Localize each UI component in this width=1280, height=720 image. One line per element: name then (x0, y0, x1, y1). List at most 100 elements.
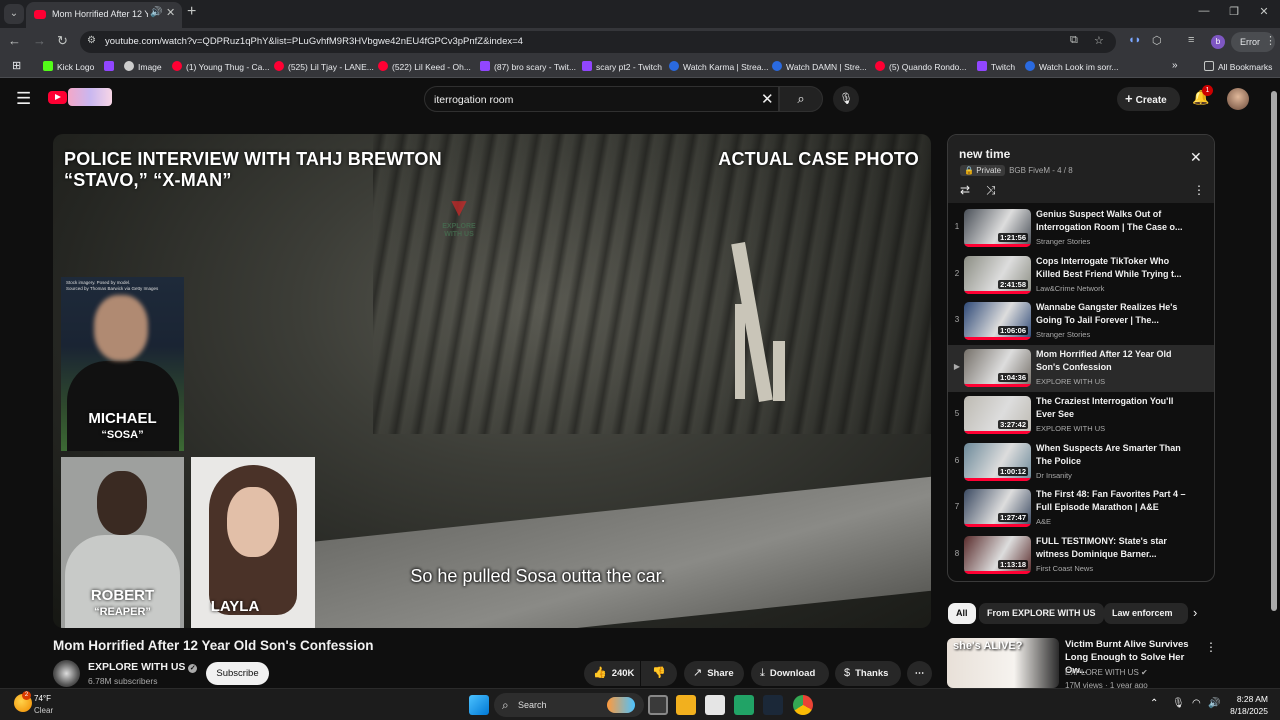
playlist-item-thumbnail[interactable]: 1:00:12 (964, 442, 1031, 481)
bookmark-item[interactable]: (522) Lil Keed - Oh... (378, 61, 471, 72)
bookmark-item[interactable]: (5) Quando Rondo... (875, 61, 967, 72)
playlist-item-title[interactable]: Genius Suspect Walks Out of Interrogatio… (1036, 208, 1188, 234)
browser-menu-icon[interactable]: ⋮ (1265, 34, 1276, 47)
temperature[interactable]: 74°F (34, 694, 51, 703)
search-highlight-icon[interactable] (607, 697, 635, 713)
recommended-channel[interactable]: EXPLORE WITH US ✔ (1065, 668, 1148, 677)
playlist-item-thumbnail[interactable]: 1:13:18 (964, 535, 1031, 574)
recommended-video[interactable]: she's ALIVE? Victim Burnt Alive Survives… (947, 636, 1217, 690)
extension-icon[interactable]: ◖◗ (1128, 34, 1141, 46)
account-avatar[interactable] (1227, 88, 1249, 110)
playlist-item-title[interactable]: Mom Horrified After 12 Year Old Son's Co… (1036, 348, 1188, 374)
youtube-logo-icon[interactable] (48, 91, 67, 104)
task-view-icon[interactable] (648, 695, 668, 715)
steam-icon[interactable] (763, 695, 783, 715)
recommended-thumbnail[interactable]: she's ALIVE? (947, 638, 1059, 688)
bookmark-item[interactable]: (87) bro scary - Twit... (480, 61, 576, 72)
playlist-item[interactable]: ▶ 1:04:36 Mom Horrified After 12 Year Old … (948, 345, 1214, 393)
playlist-item[interactable]: 8 1:13:18 FULL TESTIMONY: State's star wit… (948, 532, 1214, 579)
spreadsheet-app-icon[interactable] (734, 695, 754, 715)
maximize-button[interactable]: ❐ (1224, 5, 1244, 18)
playlist-item[interactable]: 6 1:00:12 When Suspects Are Smarter Than T… (948, 439, 1214, 486)
subscribe-button[interactable]: Subscribe (206, 662, 269, 685)
cast-icon[interactable]: ⧉ (1070, 34, 1078, 47)
reload-button[interactable]: ↻ (57, 33, 68, 49)
playlist-item-thumbnail[interactable]: 1:06:06 (964, 302, 1031, 341)
playlist-item-thumbnail[interactable]: 2:41:58 (964, 255, 1031, 294)
playlist-item-channel[interactable]: Law&Crime Network (1036, 284, 1104, 293)
search-query-text[interactable]: iterrogation room (434, 94, 513, 106)
playlist-item-channel[interactable]: EXPLORE WITH US (1036, 424, 1105, 433)
bookmark-item[interactable]: Watch Look im sorr... (1025, 61, 1119, 72)
close-window-button[interactable]: ✕ (1254, 5, 1274, 18)
more-bookmarks-icon[interactable]: » (1172, 60, 1178, 71)
playlist-item-channel[interactable]: EXPLORE WITH US (1036, 377, 1105, 386)
tray-chevron-icon[interactable]: ⌃ (1150, 698, 1158, 709)
playlist-item[interactable]: 5 3:27:42 The Craziest Interrogation You'l… (948, 392, 1214, 439)
app-icon[interactable] (705, 695, 725, 715)
speaker-icon[interactable]: 🔊 (150, 7, 162, 18)
all-bookmarks-button[interactable]: All Bookmarks (1204, 61, 1272, 72)
shuffle-icon[interactable]: ⤨ (986, 183, 996, 198)
clear-search-icon[interactable]: ✕ (761, 90, 774, 108)
bookmark-item[interactable]: Watch DAMN | Stre... (772, 61, 867, 72)
playlist-item[interactable]: 7 1:27:47 The First 48: Fan Favorites Part… (948, 485, 1214, 532)
bookmark-item[interactable]: scary pt2 - Twitch (582, 61, 662, 72)
search-input[interactable]: iterrogation room ✕ (424, 86, 779, 112)
new-tab-button[interactable]: + (187, 3, 196, 21)
microphone-tray-icon[interactable]: 🎙 (1172, 698, 1185, 709)
playlist-item-title[interactable]: FULL TESTIMONY: State's star witness Dom… (1036, 535, 1188, 561)
back-button[interactable]: ← (8, 33, 21, 48)
extensions-puzzle-icon[interactable]: ⬡ (1152, 34, 1162, 47)
close-playlist-icon[interactable]: ✕ (1190, 149, 1202, 166)
playlist-item[interactable]: 2 2:41:58 Cops Interrogate TikToker Who Ki… (948, 252, 1214, 299)
browser-tab-active[interactable]: Mom Horrified After 12 Year Old Son's Co… (26, 2, 182, 28)
loop-icon[interactable]: ⇄ (960, 183, 970, 197)
playlist-item-channel[interactable]: A&E (1036, 517, 1051, 526)
address-bar[interactable]: ⚙ youtube.com/watch?v=QDPRuz1qPhY&list=P… (80, 31, 1116, 53)
playlist-item[interactable]: 1 1:21:56 Genius Suspect Walks Out of Inte… (948, 205, 1214, 252)
video-player[interactable]: POLICE INTERVIEW WITH TAHJ BREWTON “STAV… (53, 134, 931, 628)
create-button[interactable]: + Create (1117, 87, 1180, 111)
playlist-item-title[interactable]: The Craziest Interrogation You'll Ever S… (1036, 395, 1188, 421)
thanks-button[interactable]: $ Thanks (835, 661, 901, 686)
playlist-item-thumbnail[interactable]: 1:27:47 (964, 489, 1031, 528)
bookmark-item[interactable]: (1) Young Thug - Ca... (172, 61, 269, 72)
chip-from-channel[interactable]: From EXPLORE WITH US (979, 603, 1104, 624)
playlist-item-title[interactable]: Cops Interrogate TikToker Who Killed Bes… (1036, 255, 1188, 281)
playlist-item-title[interactable]: When Suspects Are Smarter Than The Polic… (1036, 442, 1188, 468)
page-scrollbar[interactable] (1268, 79, 1280, 688)
share-button[interactable]: ↗ Share (684, 661, 744, 686)
recommended-menu-icon[interactable]: ⋮ (1205, 640, 1217, 654)
playlist-item-channel[interactable]: Stranger Stories (1036, 237, 1090, 246)
more-actions-button[interactable]: ⋯ (907, 661, 932, 686)
media-control-icon[interactable]: ≡ (1188, 34, 1194, 46)
wifi-icon[interactable]: ◠ (1192, 698, 1201, 709)
playlist-item-thumbnail[interactable]: 3:27:42 (964, 395, 1031, 434)
playlist-item-thumbnail[interactable]: 1:04:36 (964, 349, 1031, 388)
tab-search-button[interactable]: ⌄ (4, 4, 24, 24)
bookmark-item[interactable]: (525) Lil Tjay - LANE... (274, 61, 374, 72)
playlist-item-title[interactable]: Wannabe Gangster Realizes He's Going To … (1036, 301, 1188, 327)
minimize-button[interactable]: — (1194, 5, 1214, 17)
playlist-item-title[interactable]: The First 48: Fan Favorites Part 4 – Ful… (1036, 488, 1188, 514)
file-explorer-icon[interactable] (676, 695, 696, 715)
close-tab-icon[interactable]: ✕ (166, 6, 175, 19)
dislike-button[interactable]: 👎 (641, 661, 677, 686)
chip-all[interactable]: All (948, 603, 976, 624)
like-button[interactable]: 👍 240K (584, 661, 640, 686)
url-text[interactable]: youtube.com/watch?v=QDPRuz1qPhY&list=PLu… (105, 36, 523, 47)
playlist-item-channel[interactable]: Stranger Stories (1036, 330, 1090, 339)
apps-grid-icon[interactable]: ⊞ (12, 59, 21, 72)
youtube-doodle[interactable] (68, 88, 112, 106)
chevron-right-icon[interactable]: › (1193, 605, 1197, 620)
notifications-bell-icon[interactable]: 🔔 1 (1192, 85, 1213, 106)
scrollbar-thumb[interactable] (1271, 91, 1277, 611)
bookmark-item[interactable] (104, 61, 118, 72)
profile-avatar[interactable]: b (1211, 35, 1225, 49)
channel-avatar[interactable] (53, 660, 80, 687)
chip-law-enforcement[interactable]: Law enforcem (1104, 603, 1188, 624)
bookmark-item[interactable]: Image (124, 61, 162, 72)
playlist-item[interactable]: 3 1:06:06 Wannabe Gangster Realizes He's G… (948, 298, 1214, 345)
weather-condition[interactable]: Clear (34, 706, 53, 715)
